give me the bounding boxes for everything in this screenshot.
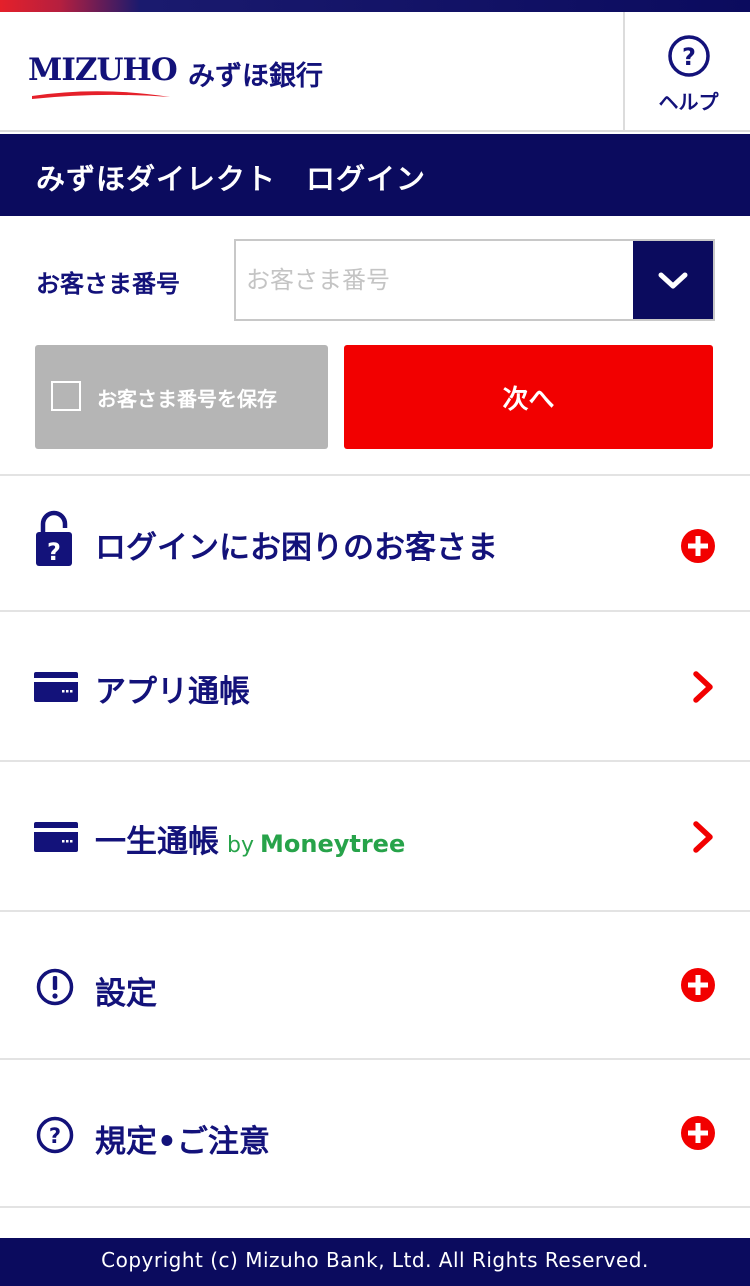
next-button-label: 次へ: [502, 385, 555, 415]
customer-number-dropdown-button[interactable]: [633, 241, 713, 319]
logo-swoosh-icon: [32, 91, 170, 99]
bank-name: みずほ銀行: [188, 61, 323, 92]
save-number-label: お客さま番号を保存: [97, 387, 277, 411]
customer-number-input[interactable]: [246, 255, 626, 305]
moneytree-brand: Moneytree: [259, 830, 406, 858]
customer-number-label: お客さま番号: [36, 270, 180, 298]
top-accent-stripe: [0, 0, 750, 12]
menu-item-moneytree[interactable]: 一生通帳 by Moneytree: [0, 762, 750, 910]
by-text: by: [227, 833, 254, 858]
footer: Copyright (c) Mizuho Bank, Ltd. All Righ…: [0, 1238, 750, 1286]
card-icon: [34, 672, 78, 702]
chevron-right-icon: [693, 671, 713, 703]
chevron-right-icon: [693, 821, 713, 853]
save-number-checkbox[interactable]: [51, 381, 81, 411]
menu-item-label: 設定: [95, 976, 157, 1012]
menu-item-login-help[interactable]: ? ログインにお困りのお客さま: [0, 476, 750, 610]
svg-text:?: ?: [682, 43, 696, 71]
menu-item-label: 規定•ご注意: [95, 1124, 270, 1160]
lock-question-icon: ?: [36, 510, 72, 566]
customer-number-field: [234, 239, 715, 321]
question-circle-icon: ?: [668, 35, 710, 77]
menu-item-label: 一生通帳 by Moneytree: [95, 816, 405, 861]
svg-text:?: ?: [49, 1124, 61, 1148]
page-title: みずほダイレクト ログイン: [36, 162, 427, 196]
exclamation-circle-icon: [36, 968, 74, 1006]
menu-item-terms[interactable]: ? 規定•ご注意: [0, 1060, 750, 1206]
mizuho-logo: MIZUHO: [28, 52, 178, 112]
divider: [0, 1206, 750, 1208]
help-button[interactable]: ? ヘルプ: [623, 12, 750, 132]
expand-plus-icon: [681, 529, 715, 563]
card-icon: [34, 822, 78, 852]
menu-item-settings[interactable]: 設定: [0, 912, 750, 1058]
menu-item-label: アプリ通帳: [95, 674, 250, 710]
save-customer-number-toggle[interactable]: お客さま番号を保存: [35, 345, 328, 449]
help-label: ヘルプ: [658, 90, 719, 114]
question-circle-icon: ?: [36, 1116, 74, 1154]
app-header: MIZUHO みずほ銀行 ? ヘルプ: [0, 12, 750, 132]
menu-item-app-passbook[interactable]: アプリ通帳: [0, 612, 750, 760]
menu-item-label: ログインにお困りのお客さま: [95, 530, 498, 566]
next-button[interactable]: 次へ: [344, 345, 713, 449]
svg-text:?: ?: [47, 538, 61, 566]
logo-wordmark: MIZUHO: [28, 52, 178, 88]
copyright-text: Copyright (c) Mizuho Bank, Ltd. All Righ…: [101, 1248, 649, 1272]
title-bar: みずほダイレクト ログイン: [0, 134, 750, 216]
menu-item-title: 一生通帳: [95, 824, 219, 860]
expand-plus-icon: [681, 1116, 715, 1150]
chevron-down-icon: [658, 272, 688, 289]
expand-plus-icon: [681, 968, 715, 1002]
